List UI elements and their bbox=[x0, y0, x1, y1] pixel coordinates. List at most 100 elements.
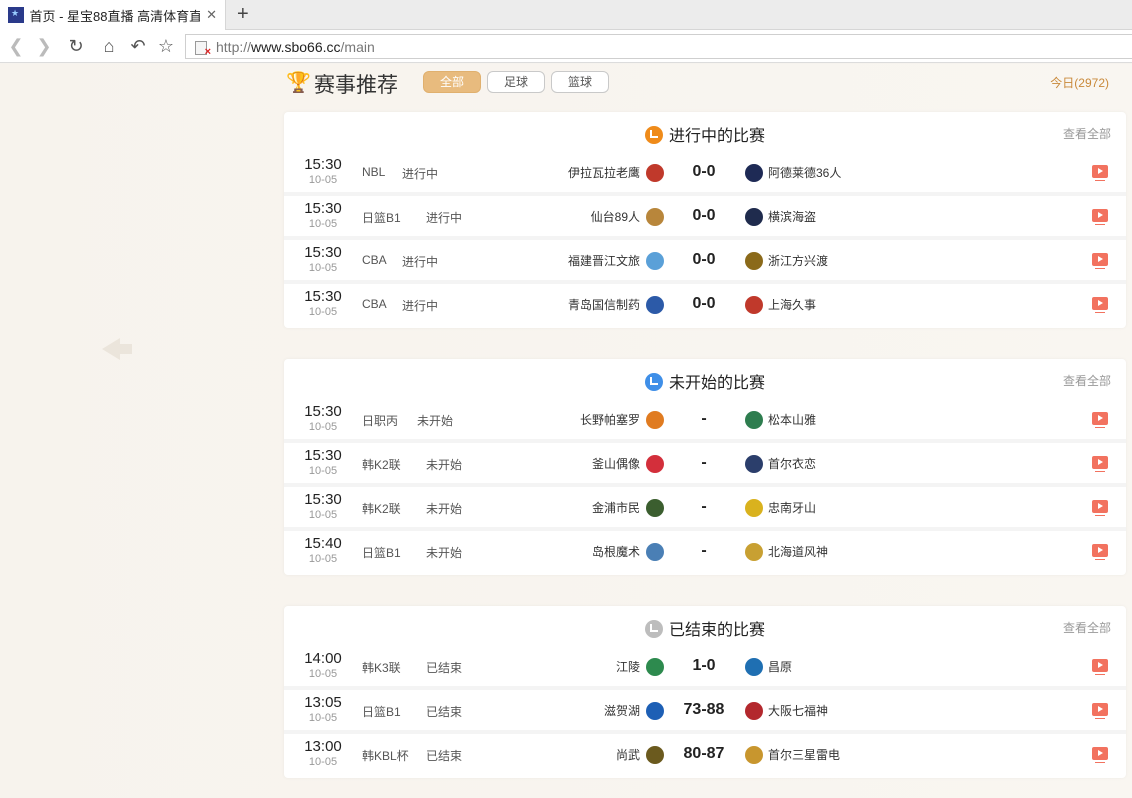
match-row[interactable]: 14:00 10-05 韩K3联 已结束 江陵 1-0 昌原 bbox=[284, 646, 1126, 690]
away-team-logo-icon[interactable] bbox=[745, 164, 763, 182]
away-team[interactable]: 北海道风神 bbox=[768, 543, 828, 560]
away-team[interactable]: 松本山雅 bbox=[768, 411, 816, 428]
view-all-link[interactable]: 查看全部 bbox=[1063, 125, 1111, 142]
address-bar[interactable]: http://www.sbo66.cc/main bbox=[185, 34, 1132, 59]
home-team-logo-icon[interactable] bbox=[646, 252, 664, 270]
play-video-icon[interactable] bbox=[1092, 253, 1108, 269]
play-video-icon[interactable] bbox=[1092, 165, 1108, 181]
home-team[interactable]: 釜山偶像 bbox=[592, 455, 640, 472]
home-team-logo-icon[interactable] bbox=[646, 164, 664, 182]
away-team-logo-icon[interactable] bbox=[745, 208, 763, 226]
new-tab-button[interactable]: + bbox=[237, 3, 249, 26]
away-team[interactable]: 首尔衣恋 bbox=[768, 455, 816, 472]
match-status: 未开始 bbox=[417, 414, 454, 428]
league-name[interactable]: 日职丙 bbox=[362, 412, 398, 429]
forward-icon[interactable]: ❯ bbox=[33, 35, 55, 57]
home-team[interactable]: 金浦市民 bbox=[592, 499, 640, 516]
reload-icon[interactable]: ↻ bbox=[65, 35, 87, 57]
play-video-icon[interactable] bbox=[1092, 297, 1108, 313]
browser-tab[interactable]: 首页 - 星宝88直播 高清体育直播 ✕ bbox=[0, 0, 226, 30]
away-team[interactable]: 昌原 bbox=[768, 658, 792, 675]
league-name[interactable]: 日篮B1 bbox=[362, 703, 401, 720]
league-name[interactable]: NBL bbox=[362, 165, 385, 179]
play-video-icon[interactable] bbox=[1092, 659, 1108, 675]
insecure-page-icon[interactable] bbox=[194, 40, 211, 58]
home-team[interactable]: 伊拉瓦拉老鹰 bbox=[568, 164, 640, 181]
match-status: 未开始 bbox=[426, 546, 463, 560]
home-team-logo-icon[interactable] bbox=[646, 411, 664, 429]
away-team[interactable]: 首尔三星雷电 bbox=[768, 746, 840, 763]
home-team[interactable]: 岛根魔术 bbox=[592, 543, 640, 560]
home-team[interactable]: 仙台89人 bbox=[591, 208, 640, 225]
home-team[interactable]: 滋贺湖 bbox=[604, 702, 640, 719]
away-team[interactable]: 上海久事 bbox=[768, 296, 816, 313]
away-team-logo-icon[interactable] bbox=[745, 296, 763, 314]
play-video-icon[interactable] bbox=[1092, 456, 1108, 472]
match-row[interactable]: 15:30 10-05 韩K2联 未开始 釜山偶像 - 首尔衣恋 bbox=[284, 443, 1126, 487]
view-all-link[interactable]: 查看全部 bbox=[1063, 619, 1111, 636]
match-clock: 13:05 bbox=[304, 694, 342, 711]
league-name[interactable]: 韩KBL杯 bbox=[362, 747, 409, 764]
match-row[interactable]: 15:30 10-05 日篮B1 进行中 仙台89人 0-0 横滨海盗 bbox=[284, 196, 1126, 240]
away-team[interactable]: 大阪七福神 bbox=[768, 702, 828, 719]
home-team[interactable]: 尚武 bbox=[616, 746, 640, 763]
play-video-icon[interactable] bbox=[1092, 412, 1108, 428]
undo-icon[interactable]: ↶ bbox=[127, 35, 149, 57]
away-team[interactable]: 阿德莱德36人 bbox=[768, 164, 841, 181]
match-row[interactable]: 15:30 10-05 CBA 进行中 青岛国信制药 0-0 上海久事 bbox=[284, 284, 1126, 328]
away-team-logo-icon[interactable] bbox=[745, 455, 763, 473]
away-team-logo-icon[interactable] bbox=[745, 658, 763, 676]
league-name[interactable]: CBA bbox=[362, 297, 387, 311]
league-name[interactable]: 韩K3联 bbox=[362, 659, 401, 676]
away-team-logo-icon[interactable] bbox=[745, 411, 763, 429]
home-team[interactable]: 江陵 bbox=[616, 658, 640, 675]
play-video-icon[interactable] bbox=[1092, 747, 1108, 763]
home-team[interactable]: 长野帕塞罗 bbox=[580, 411, 640, 428]
url-text[interactable]: http://www.sbo66.cc/main bbox=[216, 39, 375, 55]
home-team-logo-icon[interactable] bbox=[646, 746, 664, 764]
home-team-logo-icon[interactable] bbox=[646, 296, 664, 314]
away-team[interactable]: 忠南牙山 bbox=[768, 499, 816, 516]
match-row[interactable]: 13:05 10-05 日篮B1 已结束 滋贺湖 73-88 大阪七福神 bbox=[284, 690, 1126, 734]
away-team-logo-icon[interactable] bbox=[745, 543, 763, 561]
home-team-logo-icon[interactable] bbox=[646, 543, 664, 561]
home-team-logo-icon[interactable] bbox=[646, 702, 664, 720]
home-team[interactable]: 青岛国信制药 bbox=[568, 296, 640, 313]
league-name[interactable]: CBA bbox=[362, 253, 387, 267]
away-team-logo-icon[interactable] bbox=[745, 499, 763, 517]
filter-basketball[interactable]: 篮球 bbox=[551, 71, 609, 93]
decorative-arrow-icon bbox=[102, 338, 132, 360]
home-team-logo-icon[interactable] bbox=[646, 455, 664, 473]
match-row[interactable]: 15:30 10-05 日职丙 未开始 长野帕塞罗 - 松本山雅 bbox=[284, 399, 1126, 443]
away-team-logo-icon[interactable] bbox=[745, 746, 763, 764]
play-video-icon[interactable] bbox=[1092, 209, 1108, 225]
match-row[interactable]: 15:30 10-05 NBL 进行中 伊拉瓦拉老鹰 0-0 阿德莱德36人 bbox=[284, 152, 1126, 196]
away-team[interactable]: 横滨海盗 bbox=[768, 208, 816, 225]
match-row[interactable]: 15:40 10-05 日篮B1 未开始 岛根魔术 - 北海道风神 bbox=[284, 531, 1126, 575]
bookmark-star-icon[interactable]: ☆ bbox=[155, 35, 177, 57]
view-all-link[interactable]: 查看全部 bbox=[1063, 372, 1111, 389]
match-row[interactable]: 15:30 10-05 CBA 进行中 福建晋江文旅 0-0 浙江方兴渡 bbox=[284, 240, 1126, 284]
league-name[interactable]: 日篮B1 bbox=[362, 544, 401, 561]
home-icon[interactable]: ⌂ bbox=[98, 35, 120, 57]
play-video-icon[interactable] bbox=[1092, 500, 1108, 516]
today-count-link[interactable]: 今日(2972) bbox=[1050, 74, 1109, 91]
play-video-icon[interactable] bbox=[1092, 703, 1108, 719]
league-name[interactable]: 韩K2联 bbox=[362, 500, 401, 517]
match-row[interactable]: 13:00 10-05 韩KBL杯 已结束 尚武 80-87 首尔三星雷电 bbox=[284, 734, 1126, 778]
away-team-logo-icon[interactable] bbox=[745, 702, 763, 720]
back-icon[interactable]: ❮ bbox=[5, 35, 27, 57]
filter-all[interactable]: 全部 bbox=[423, 71, 481, 93]
play-video-icon[interactable] bbox=[1092, 544, 1108, 560]
home-team-logo-icon[interactable] bbox=[646, 658, 664, 676]
filter-football[interactable]: 足球 bbox=[487, 71, 545, 93]
close-tab-icon[interactable]: ✕ bbox=[206, 7, 217, 23]
home-team-logo-icon[interactable] bbox=[646, 499, 664, 517]
home-team[interactable]: 福建晋江文旅 bbox=[568, 252, 640, 269]
match-row[interactable]: 15:30 10-05 韩K2联 未开始 金浦市民 - 忠南牙山 bbox=[284, 487, 1126, 531]
away-team[interactable]: 浙江方兴渡 bbox=[768, 252, 828, 269]
away-team-logo-icon[interactable] bbox=[745, 252, 763, 270]
league-name[interactable]: 韩K2联 bbox=[362, 456, 401, 473]
home-team-logo-icon[interactable] bbox=[646, 208, 664, 226]
league-name[interactable]: 日篮B1 bbox=[362, 209, 401, 226]
